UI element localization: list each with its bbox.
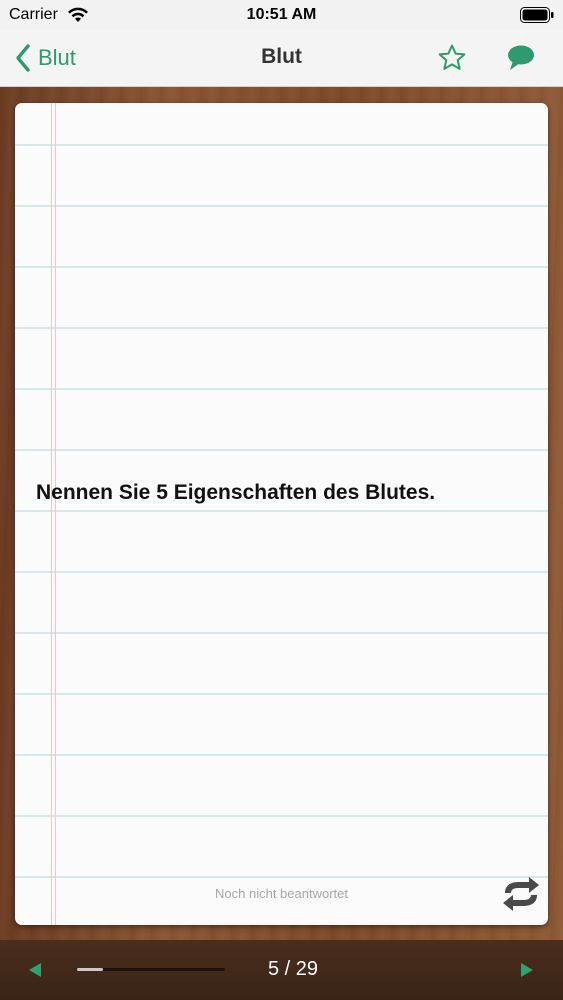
answer-status: Noch nicht beantwortet [215, 886, 348, 901]
status-bar: Carrier 10:51 AM [0, 0, 563, 30]
flip-card-button[interactable] [499, 873, 543, 915]
flip-arrows-icon [503, 877, 539, 911]
triangle-right-icon [521, 963, 533, 977]
flashcard[interactable]: Nennen Sie 5 Eigenschaften des Blutes. N… [15, 103, 548, 925]
battery-icon [520, 7, 554, 23]
star-icon [438, 44, 466, 70]
page-indicator: 5 / 29 [267, 958, 319, 980]
comment-button[interactable] [505, 43, 537, 73]
triangle-left-icon [29, 963, 41, 977]
progress-fill [77, 968, 103, 971]
favorite-button[interactable] [437, 43, 467, 73]
next-card-button[interactable] [518, 960, 536, 980]
progress-slider[interactable] [77, 968, 225, 971]
previous-card-button[interactable] [26, 960, 44, 980]
navigation-bar: Blut Blut [0, 30, 563, 87]
status-time: 10:51 AM [246, 6, 317, 23]
speech-bubble-icon [508, 45, 534, 70]
question-text: Nennen Sie 5 Eigenschaften des Blutes. [36, 481, 436, 504]
page-title: Blut [261, 45, 302, 68]
bottom-toolbar: 5 / 29 [0, 940, 563, 1000]
